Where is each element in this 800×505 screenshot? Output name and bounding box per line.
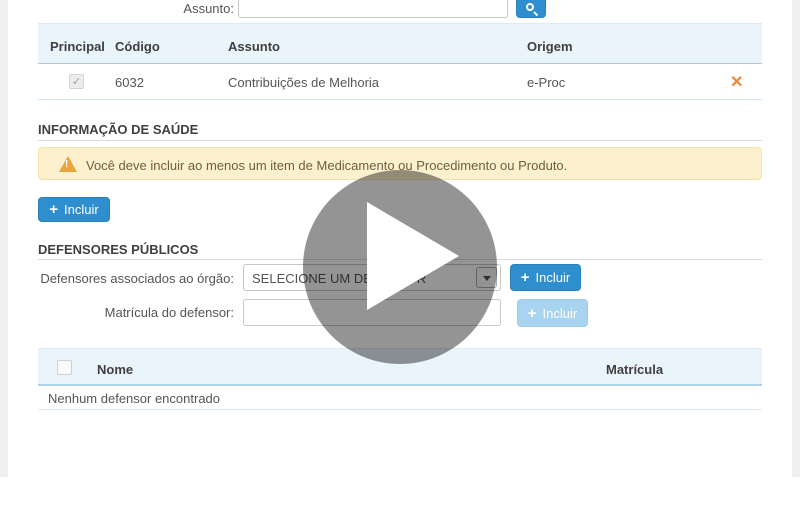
left-margin-strip	[0, 0, 8, 477]
delete-row-icon[interactable]: ✕	[730, 75, 743, 91]
empty-row-text: Nenhum defensor encontrado	[48, 391, 220, 406]
incluir-matricula-button-disabled[interactable]: + Incluir	[517, 299, 588, 327]
search-icon	[526, 3, 534, 11]
incluir-defensor-label: Incluir	[536, 270, 571, 285]
col-principal: Principal	[50, 39, 105, 54]
col-matricula: Matrícula	[606, 362, 663, 377]
section-title-defensores: DEFENSORES PÚBLICOS	[38, 242, 198, 257]
video-frame: Assunto: Principal Código Assunto Origem…	[0, 0, 800, 505]
incluir-saude-label: Incluir	[64, 202, 99, 217]
incluir-matricula-label: Incluir	[543, 306, 578, 321]
principal-checkbox[interactable]: ✓	[69, 74, 84, 89]
plus-icon: +	[49, 202, 58, 217]
assunto-input[interactable]	[238, 0, 508, 18]
assunto-label: Assunto:	[100, 1, 234, 16]
incluir-saude-button[interactable]: + Incluir	[38, 197, 110, 222]
play-icon	[367, 202, 459, 310]
col-codigo: Código	[115, 39, 160, 54]
select-all-checkbox[interactable]	[57, 360, 72, 375]
incluir-defensor-button[interactable]: + Incluir	[510, 264, 581, 291]
search-button[interactable]	[516, 0, 546, 18]
origem-cell: e-Proc	[527, 75, 565, 90]
play-button[interactable]	[303, 170, 497, 364]
section-title-saude: INFORMAÇÃO DE SAÚDE	[38, 122, 198, 137]
assuntos-table-header: Principal Código Assunto Origem	[38, 23, 762, 64]
plus-icon: +	[521, 270, 530, 285]
assunto-cell: Contribuições de Melhoria	[228, 75, 379, 90]
section-divider	[38, 140, 762, 141]
codigo-cell: 6032	[115, 75, 144, 90]
matricula-label: Matrícula do defensor:	[38, 305, 234, 320]
col-assunto: Assunto	[228, 39, 280, 54]
search-icon-handle	[533, 11, 538, 16]
col-origem: Origem	[527, 39, 573, 54]
warning-icon-bang: !	[65, 159, 68, 170]
warning-text: Você deve incluir ao menos um item de Me…	[86, 158, 567, 173]
right-margin-strip	[792, 0, 800, 477]
orgao-label: Defensores associados ao órgão:	[38, 271, 234, 286]
empty-table-row: Nenhum defensor encontrado	[38, 386, 762, 410]
col-nome: Nome	[97, 362, 133, 377]
plus-icon: +	[528, 306, 537, 321]
table-row: ✓ 6032 Contribuições de Melhoria e-Proc …	[38, 64, 762, 100]
